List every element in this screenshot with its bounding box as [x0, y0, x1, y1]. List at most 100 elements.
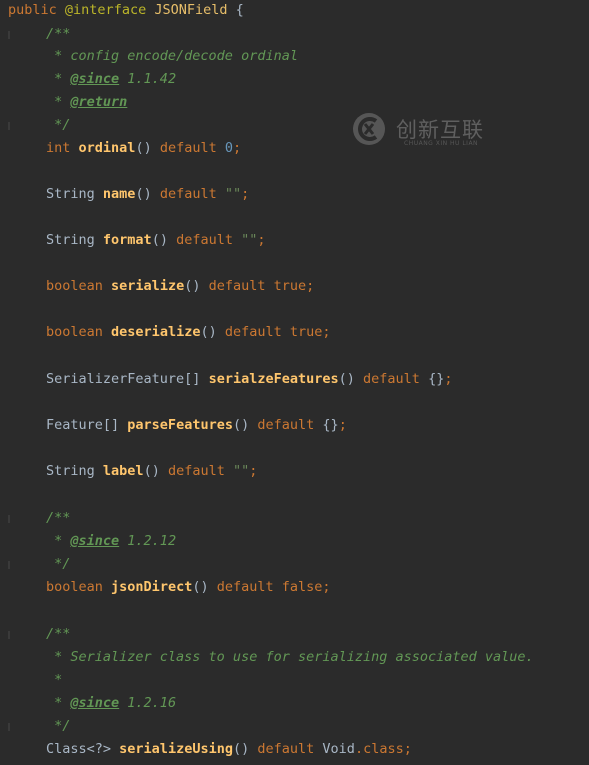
doc-star: * [46, 71, 71, 87]
return-type: boolean [46, 278, 103, 294]
semicolon: ; [233, 140, 242, 156]
fold-marker-icon[interactable] [8, 723, 10, 731]
method-label-line: String label() default ""; [46, 461, 589, 482]
doc-since-value: 1.2.16 [119, 695, 177, 711]
method-name: deserialize [111, 324, 201, 340]
method-name: name [102, 186, 136, 202]
default-value: "" [224, 186, 242, 202]
doc-comment-close: */ [46, 716, 589, 737]
parens: () [143, 463, 160, 479]
doc-open-text: /** [46, 510, 71, 526]
doc-since-line: * @since 1.2.16 [46, 693, 589, 714]
parens: () [135, 140, 152, 156]
doc-since-line: * @since 1.2.12 [46, 531, 589, 552]
keyword-default: default [363, 371, 420, 387]
doc-comment-close: */ [46, 554, 589, 575]
default-value: "" [233, 463, 250, 479]
method-name: ordinal [78, 140, 136, 156]
doc-since-tag: @since [70, 533, 120, 549]
parens: () [192, 579, 209, 595]
default-value-type: Void [322, 741, 355, 757]
default-value: true [273, 278, 307, 294]
default-value: {} [322, 417, 339, 433]
method-serializeUsing-line: Class<?> serializeUsing() default Void.c… [46, 739, 589, 760]
parens: () [200, 324, 217, 340]
semicolon: ; [249, 463, 258, 479]
doc-close-text: */ [46, 556, 71, 572]
interface-name: JSONField [154, 2, 228, 18]
default-value: false [281, 579, 323, 595]
doc-close-text: */ [46, 718, 71, 734]
keyword-default: default [176, 232, 234, 248]
parens: () [135, 186, 152, 202]
return-type: boolean [46, 579, 103, 595]
semicolon: ; [306, 278, 315, 294]
doc-since-tag: @since [70, 695, 120, 711]
fold-marker-icon[interactable] [8, 31, 10, 39]
default-value: "" [241, 232, 258, 248]
default-value: {} [428, 371, 445, 387]
method-name: serialzeFeatures [208, 371, 339, 387]
parens: () [232, 417, 250, 433]
semicolon: ; [444, 371, 453, 387]
keyword-default: default [257, 741, 315, 757]
keyword-class: class [363, 741, 404, 757]
doc-open-text: /** [46, 626, 71, 642]
doc-close-text: */ [46, 117, 71, 133]
fold-marker-icon[interactable] [8, 561, 10, 569]
keyword-default: default [159, 186, 217, 202]
parens: () [338, 371, 355, 387]
method-name: format [102, 232, 152, 248]
method-jsonDirect-line: boolean jsonDirect() default false; [46, 577, 589, 598]
doc-star: * [46, 672, 63, 688]
method-name: serializeUsing [119, 741, 233, 757]
return-type: int [46, 140, 71, 156]
keyword-default: default [224, 324, 282, 340]
doc-comment-line: * config encode/decode ordinal [46, 46, 589, 67]
doc-comment-open: /** [46, 508, 589, 529]
method-deserialize-line: boolean deserialize() default true; [46, 322, 589, 343]
return-type: String [46, 463, 95, 479]
method-name-line: String name() default ""; [46, 184, 589, 205]
semicolon: ; [338, 417, 347, 433]
default-value: 0 [224, 140, 234, 156]
keyword-default: default [167, 463, 225, 479]
open-brace: { [235, 2, 244, 18]
watermark-logo-icon [353, 113, 385, 145]
doc-description-text: * config encode/decode ordinal [46, 48, 298, 64]
doc-since-tag: @since [70, 71, 120, 87]
return-type: SerializerFeature[] [46, 371, 201, 387]
doc-open-text: /** [46, 26, 71, 42]
method-format-line: String format() default ""; [46, 230, 589, 251]
keyword-default: default [216, 579, 274, 595]
doc-star: * [46, 695, 71, 711]
parens: () [151, 232, 168, 248]
parens: () [232, 741, 250, 757]
return-type: String [46, 232, 95, 248]
return-type: boolean [46, 324, 103, 340]
semicolon: ; [403, 741, 412, 757]
annotation-interface: @interface [64, 2, 147, 18]
code-editor[interactable]: public @interface JSONField { /** * conf… [0, 0, 589, 765]
doc-return-line: * @return [46, 92, 589, 113]
method-name: jsonDirect [111, 579, 193, 595]
semicolon: ; [322, 324, 331, 340]
return-type: Class<?> [46, 741, 112, 757]
return-type: String [46, 186, 95, 202]
interface-declaration-line: public @interface JSONField { [8, 0, 589, 21]
keyword-default: default [159, 140, 217, 156]
watermark: 创新互联 CHUANG XIN HU LIAN [352, 112, 532, 152]
fold-marker-icon[interactable] [8, 515, 10, 523]
method-name: serialize [111, 278, 185, 294]
doc-description-text: * Serializer class to use for serializin… [46, 649, 534, 665]
fold-marker-icon[interactable] [8, 122, 10, 130]
fold-marker-icon[interactable] [8, 631, 10, 639]
keyword-default: default [208, 278, 266, 294]
doc-star: * [46, 533, 71, 549]
method-name: label [102, 463, 144, 479]
semicolon: ; [322, 579, 331, 595]
doc-comment-open: /** [46, 624, 589, 645]
doc-comment-open: /** [46, 24, 589, 45]
semicolon: ; [257, 232, 266, 248]
doc-return-tag: @return [70, 94, 128, 110]
